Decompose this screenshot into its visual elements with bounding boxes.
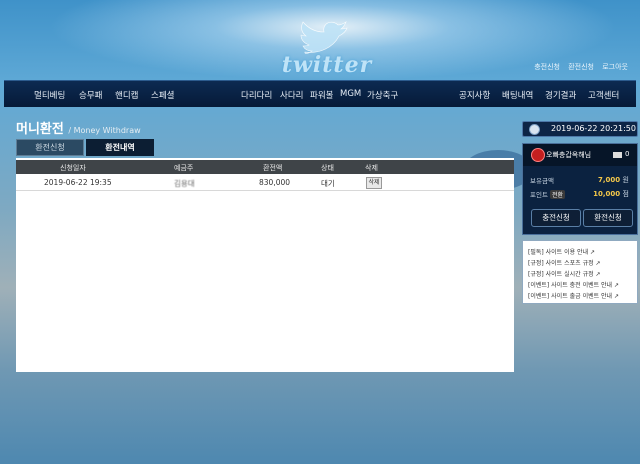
nav-win-draw-lose[interactable]: 승무패 [79, 89, 102, 101]
points-label-row: 포인트 전환 [530, 189, 566, 199]
nav-powerball[interactable]: 파워볼 [310, 89, 333, 101]
top-links: 충전신청 환전신청 로그아웃 [528, 62, 628, 72]
withdraw-history-panel: 신청일자 예금주 환전액 상태 삭제 2019-06-22 19:35 김용대 … [16, 158, 514, 372]
nav-results[interactable]: 경기결과 [545, 89, 576, 101]
nav-multi-bet[interactable]: 멀티베팅 [34, 89, 65, 101]
balance-amount: 7,000 [597, 176, 621, 184]
notice-item[interactable]: [이벤트] 사이트 출금 이벤트 안내 ↗ [528, 291, 619, 300]
withdraw-request-button[interactable]: 환전신청 [583, 209, 633, 227]
table-header: 신청일자 예금주 환전액 상태 삭제 [16, 160, 514, 174]
page-title: 머니환전 / Money Withdraw [16, 118, 141, 137]
top-link-deposit[interactable]: 충전신청 [534, 63, 560, 71]
top-link-withdraw[interactable]: 환전신청 [568, 63, 594, 71]
nav-special[interactable]: 스페셜 [151, 89, 174, 101]
points-value: 10,000 점 [593, 189, 629, 199]
avatar-icon [531, 148, 545, 162]
top-link-logout[interactable]: 로그아웃 [602, 63, 628, 71]
user-nickname: 오빠충갑옥해님 [546, 151, 592, 159]
main-navbar: 멀티베팅 승무패 핸디캡 스페셜 다리다리 사다리 파워볼 MGM 가상축구 공… [4, 80, 636, 107]
notice-item[interactable]: [이벤트] 사이트 충전 이벤트 안내 ↗ [528, 280, 619, 289]
nav-customer-center[interactable]: 고객센터 [588, 89, 619, 101]
points-unit: 점 [622, 190, 629, 198]
th-amount: 환전액 [263, 164, 283, 172]
cell-date: 2019-06-22 19:35 [44, 178, 112, 187]
message-count: 0 [625, 150, 630, 158]
nav-handicap[interactable]: 핸디캡 [115, 89, 138, 101]
notice-item[interactable]: [필독] 사이트 이용 안내 ↗ [528, 247, 595, 256]
user-header: 오빠충갑옥해님 0 [523, 144, 637, 166]
tab-withdraw-history[interactable]: 환전내역 [86, 139, 154, 156]
cell-status: 대기 [321, 179, 335, 188]
th-status: 상태 [321, 164, 334, 172]
table-row: 2019-06-22 19:35 김용대 830,000 대기 삭제 [16, 176, 514, 191]
delete-button[interactable]: 삭제 [366, 177, 382, 189]
clock-icon [529, 124, 540, 135]
balance-unit: 원 [622, 176, 629, 184]
notice-item[interactable]: [규정] 사이트 실시간 규정 ↗ [528, 269, 601, 278]
nav-daridari[interactable]: 다리다리 [241, 89, 272, 101]
brand-logo-text: twitter [281, 52, 373, 78]
notice-list: [필독] 사이트 이용 안내 ↗ [규정] 사이트 스포츠 규정 ↗ [규정] … [522, 240, 638, 304]
nav-virtual-soccer[interactable]: 가상축구 [367, 89, 398, 101]
user-info-box: 오빠충갑옥해님 0 보유금액 7,000 원 포인트 전환 10,000 점 충… [522, 143, 638, 235]
points-amount: 10,000 [593, 190, 621, 198]
balance-label: 보유금액 [530, 177, 554, 185]
nav-mgm[interactable]: MGM [340, 89, 361, 99]
cell-holder: 김용대 [174, 179, 195, 188]
clock-datetime: 2019-06-22 20:21:50 [551, 124, 636, 133]
notice-item[interactable]: [규정] 사이트 스포츠 규정 ↗ [528, 258, 601, 267]
th-date: 신청일자 [60, 164, 86, 172]
nav-notice[interactable]: 공지사항 [459, 89, 490, 101]
tab-withdraw-request[interactable]: 환전신청 [16, 139, 84, 156]
nav-ladder[interactable]: 사다리 [280, 89, 303, 101]
cell-amount: 830,000 [259, 178, 291, 187]
server-clock: 2019-06-22 20:21:50 [522, 121, 638, 137]
th-delete: 삭제 [365, 164, 378, 172]
page-title-text: 머니환전 [16, 122, 64, 137]
points-label: 포인트 [530, 191, 548, 199]
page-subtitle: / Money Withdraw [68, 126, 141, 135]
nav-bet-history[interactable]: 배팅내역 [502, 89, 533, 101]
deposit-request-button[interactable]: 충전신청 [531, 209, 581, 227]
mail-icon[interactable] [613, 152, 622, 158]
balance-value: 7,000 원 [598, 175, 629, 185]
th-holder: 예금주 [174, 164, 194, 172]
convert-points-button[interactable]: 전환 [550, 190, 566, 199]
